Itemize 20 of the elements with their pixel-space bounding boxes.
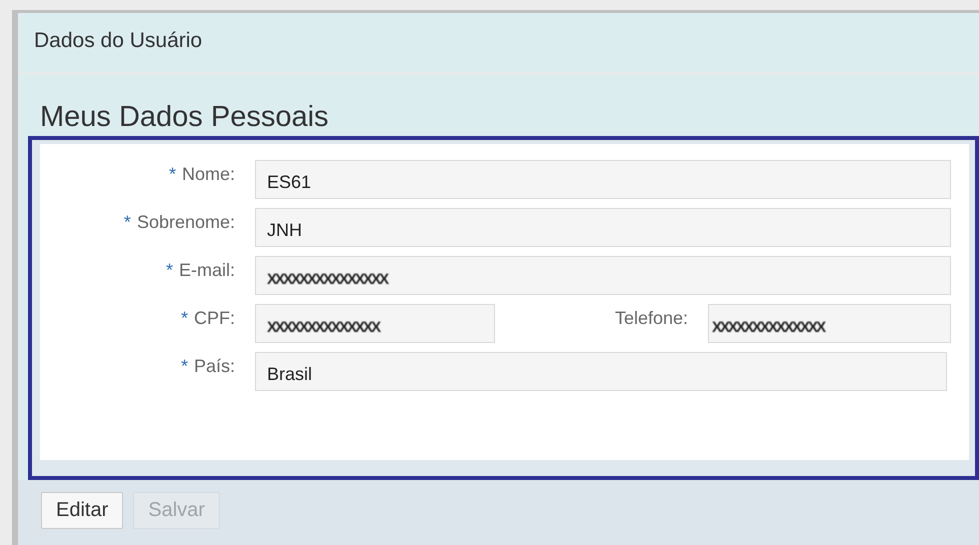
required-mark: * [168, 162, 176, 186]
section-title: Meus Dados Pessoais [40, 100, 329, 132]
field-label: E-mail: [178, 258, 235, 282]
required-mark: * [180, 306, 188, 330]
field-label: País: [194, 354, 235, 378]
input-field[interactable]: XXXXXXXXXXXXXXX [255, 256, 951, 294]
field-label: CPF: [194, 306, 235, 330]
input-field[interactable]: Brasil [255, 352, 947, 390]
panel-title: Dados do Usuário [34, 29, 202, 52]
input-field[interactable]: JNH [255, 208, 951, 246]
required-mark: * [166, 258, 173, 282]
input-field[interactable]: ES61 [255, 160, 951, 198]
edit-button[interactable]: Editar [41, 492, 124, 528]
required-mark: * [124, 210, 131, 234]
field-label: Nome: [182, 162, 235, 186]
field-label: Telefone: [614, 306, 688, 330]
field-label: Sobrenome: [136, 210, 235, 234]
input-field[interactable]: XXXXXXXXXXXXXX [255, 304, 495, 342]
input-field[interactable]: XXXXXXXXXXXXXX [708, 304, 951, 342]
required-mark: * [180, 354, 188, 378]
